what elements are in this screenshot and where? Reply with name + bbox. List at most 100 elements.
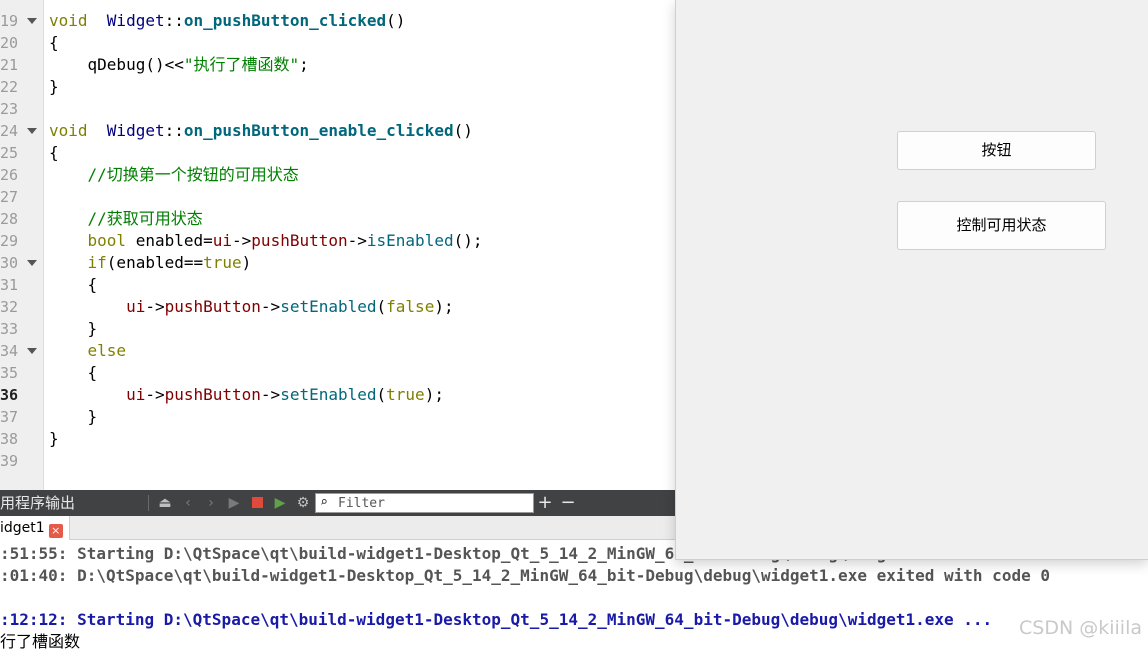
line-number: 19 bbox=[0, 12, 19, 30]
code-token: } bbox=[49, 319, 98, 338]
code-line[interactable]: 32 ui->pushButton->setEnabled(false); bbox=[0, 296, 676, 318]
tab-widget1[interactable]: idget1 × bbox=[0, 516, 70, 540]
code-line[interactable]: 29 bool enabled=ui->pushButton->isEnable… bbox=[0, 230, 676, 252]
code-token: { bbox=[49, 143, 59, 162]
settings-icon[interactable]: ⚙ bbox=[293, 493, 313, 513]
code-line[interactable]: 33 } bbox=[0, 318, 676, 340]
next-icon[interactable]: › bbox=[201, 493, 221, 513]
code-line[interactable]: 19 void Widget::on_pushButton_clicked() bbox=[0, 10, 676, 32]
push-button[interactable]: 按钮 bbox=[897, 131, 1096, 170]
code-line[interactable]: 23 bbox=[0, 98, 676, 120]
code-line[interactable]: 26 //切换第一个按钮的可用状态 bbox=[0, 164, 676, 186]
code-line[interactable]: 31 { bbox=[0, 274, 676, 296]
code-token: -> bbox=[260, 297, 281, 316]
search-icon: ⌕ bbox=[320, 495, 328, 510]
code-text: void Widget::on_pushButton_clicked() bbox=[49, 10, 405, 32]
code-token: ; bbox=[299, 55, 309, 74]
code-text: { bbox=[49, 274, 98, 296]
fold-arrow-icon[interactable] bbox=[27, 18, 37, 24]
code-token: "执行了槽函数" bbox=[183, 55, 300, 74]
filter-input[interactable] bbox=[338, 494, 530, 512]
code-line[interactable]: 36 ui->pushButton->setEnabled(true); bbox=[0, 384, 676, 406]
code-text: if(enabled==true) bbox=[49, 252, 252, 274]
code-text: void Widget::on_pushButton_enable_clicke… bbox=[49, 120, 473, 142]
line-number: 37 bbox=[0, 408, 19, 426]
code-token: pushButton bbox=[164, 385, 261, 404]
code-token: true bbox=[386, 385, 425, 404]
fold-arrow-icon[interactable] bbox=[27, 348, 37, 354]
line-number: 22 bbox=[0, 78, 19, 96]
code-token: //获取可用状态 bbox=[87, 209, 203, 228]
line-number: 36 bbox=[0, 386, 19, 404]
log-line: :01:40: D:\QtSpace\qt\build-widget1-Desk… bbox=[0, 566, 1050, 585]
line-number: 27 bbox=[0, 188, 19, 206]
code-token: } bbox=[49, 407, 98, 426]
code-text: //切换第一个按钮的可用状态 bbox=[49, 164, 299, 186]
code-token: ( bbox=[376, 297, 387, 316]
fold-arrow-icon[interactable] bbox=[27, 260, 37, 266]
code-line[interactable]: 38} bbox=[0, 428, 676, 450]
code-token: ); bbox=[424, 385, 444, 404]
line-number: 31 bbox=[0, 276, 19, 294]
code-token: (enabled== bbox=[106, 253, 204, 272]
code-token: false bbox=[386, 297, 435, 316]
debug-run-icon[interactable]: ▶ bbox=[270, 493, 290, 513]
code-line[interactable]: 35 { bbox=[0, 362, 676, 384]
fold-arrow-icon[interactable] bbox=[27, 128, 37, 134]
code-token: enabled= bbox=[126, 231, 213, 250]
code-token: } bbox=[49, 429, 59, 448]
line-number: 24 bbox=[0, 122, 19, 140]
code-token: pushButton bbox=[251, 231, 348, 250]
stop-icon[interactable] bbox=[247, 493, 267, 513]
code-token: ui bbox=[126, 385, 146, 404]
code-text: } bbox=[49, 428, 59, 450]
code-line[interactable]: 34 else bbox=[0, 340, 676, 362]
code-text: else bbox=[49, 340, 127, 362]
code-line[interactable]: 27 bbox=[0, 186, 676, 208]
code-line[interactable]: 21 qDebug()<<"执行了槽函数"; bbox=[0, 54, 676, 76]
line-number: 26 bbox=[0, 166, 19, 184]
code-line[interactable]: 22} bbox=[0, 76, 676, 98]
tab-label: idget1 bbox=[0, 520, 45, 536]
code-text: } bbox=[49, 406, 98, 428]
line-number: 32 bbox=[0, 298, 19, 316]
code-line[interactable]: 25 { bbox=[0, 142, 676, 164]
code-line[interactable]: 20 { bbox=[0, 32, 676, 54]
code-token: qDebug bbox=[87, 55, 146, 74]
code-token: pushButton bbox=[164, 297, 261, 316]
remove-button[interactable]: − bbox=[558, 493, 578, 513]
code-token: () bbox=[386, 11, 406, 30]
code-token: bool bbox=[87, 231, 127, 250]
code-token: setEnabled bbox=[280, 385, 377, 404]
close-icon[interactable]: × bbox=[48, 524, 63, 538]
code-text: //获取可用状态 bbox=[49, 208, 203, 230]
code-token: -> bbox=[347, 231, 367, 250]
code-token: { bbox=[49, 363, 98, 382]
code-editor[interactable]: 19 void Widget::on_pushButton_clicked() 20… bbox=[0, 0, 676, 490]
code-line[interactable]: 28 //获取可用状态 bbox=[0, 208, 676, 230]
code-token: void bbox=[49, 121, 88, 140]
code-line[interactable]: 39 bbox=[0, 450, 676, 472]
run-icon[interactable]: ▶ bbox=[224, 493, 244, 513]
code-line[interactable]: 24 void Widget::on_pushButton_enable_clic… bbox=[0, 120, 676, 142]
toggle-enabled-button[interactable]: 控制可用状态 bbox=[897, 201, 1106, 250]
line-number: 25 bbox=[0, 144, 19, 162]
add-button[interactable]: + bbox=[535, 493, 555, 513]
code-token: ()<< bbox=[145, 55, 184, 74]
prev-icon[interactable]: ‹ bbox=[178, 493, 198, 513]
code-line[interactable]: 30 if(enabled==true) bbox=[0, 252, 676, 274]
filter-box[interactable]: ⌕ bbox=[315, 493, 534, 513]
code-line[interactable]: 37 } bbox=[0, 406, 676, 428]
code-token: Widget bbox=[106, 11, 165, 30]
attach-icon[interactable]: ⏏ bbox=[155, 493, 175, 513]
